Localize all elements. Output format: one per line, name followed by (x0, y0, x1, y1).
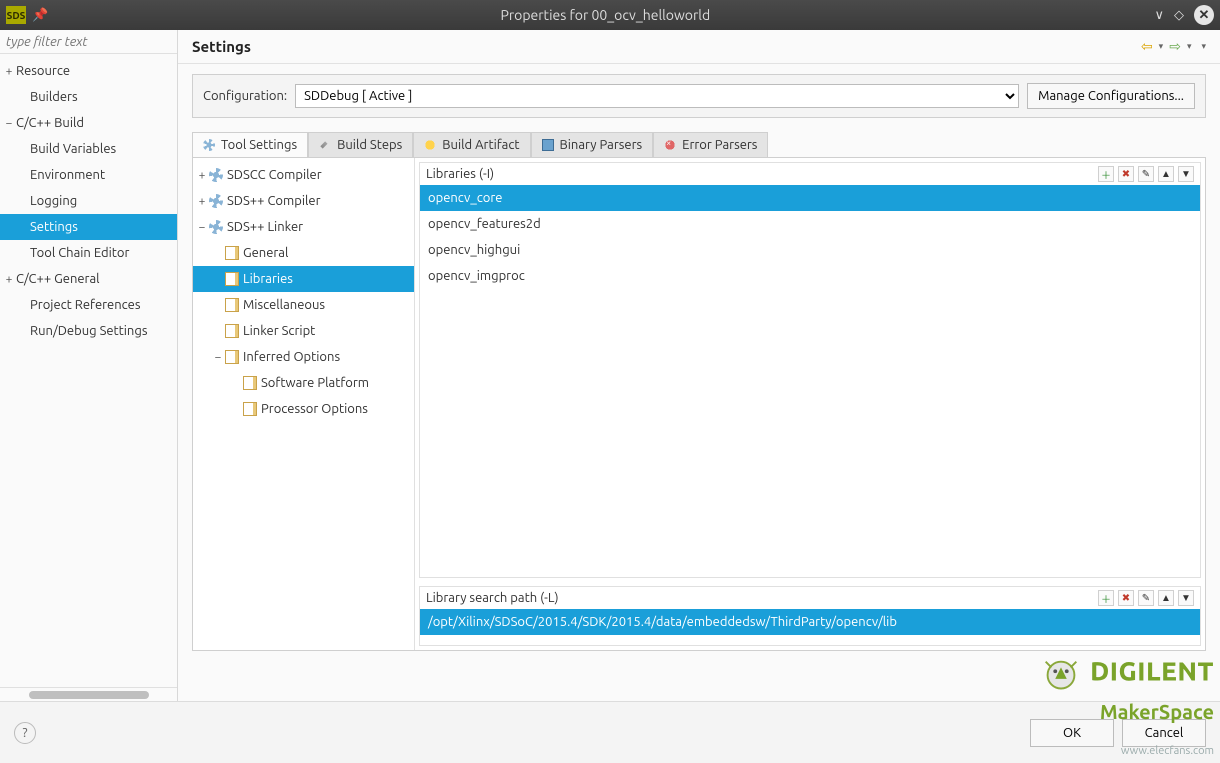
tool-tree-item[interactable]: General (193, 240, 414, 266)
ok-button[interactable]: OK (1030, 719, 1114, 747)
list-item[interactable]: opencv_imgproc (420, 263, 1200, 289)
edit-library-icon[interactable]: ✎ (1138, 166, 1154, 182)
library-search-path-title: Library search path (-L) (426, 591, 1098, 605)
page-title: Settings (192, 38, 1141, 55)
sidebar-item[interactable]: Logging (0, 188, 177, 214)
tool-tree-item[interactable]: Linker Script (193, 318, 414, 344)
tree-node-icon (243, 376, 257, 390)
edit-path-icon[interactable]: ✎ (1138, 590, 1154, 606)
list-item[interactable]: /opt/Xilinx/SDSoC/2015.4/SDK/2015.4/data… (420, 609, 1200, 635)
tool-tree-item[interactable]: Libraries (193, 266, 414, 292)
remove-library-icon[interactable]: ✖ (1118, 166, 1134, 182)
tab-icon (664, 139, 676, 151)
tab-icon (203, 139, 215, 151)
libraries-title: Libraries (-I) (426, 167, 1098, 181)
category-sidebar: ✖ ◂ +ResourceBuilders−C/C++ BuildBuild V… (0, 30, 178, 701)
filter-input[interactable] (6, 35, 177, 49)
view-menu-icon[interactable]: ▾ (1201, 41, 1206, 52)
minimize-icon[interactable]: ∨ (1154, 8, 1164, 23)
sidebar-item[interactable]: Run/Debug Settings (0, 318, 177, 344)
tool-tree-item[interactable]: −SDS++ Linker (193, 214, 414, 240)
sidebar-item[interactable]: Settings (0, 214, 177, 240)
category-tree[interactable]: +ResourceBuilders−C/C++ BuildBuild Varia… (0, 54, 177, 687)
tool-tree-item[interactable]: Software Platform (193, 370, 414, 396)
nav-back-menu-icon[interactable]: ▾ (1159, 41, 1164, 52)
close-icon[interactable]: ✕ (1194, 5, 1214, 25)
app-icon: SDS (6, 6, 26, 24)
sidebar-item[interactable]: Environment (0, 162, 177, 188)
tab-icon (424, 139, 436, 151)
list-item[interactable]: opencv_core (420, 185, 1200, 211)
maximize-icon[interactable]: ◇ (1174, 8, 1184, 23)
tree-node-icon (225, 272, 239, 286)
move-down-icon[interactable]: ▼ (1178, 166, 1194, 182)
configuration-label: Configuration: (203, 89, 287, 103)
tab[interactable]: Build Steps (308, 132, 413, 157)
list-item[interactable]: opencv_features2d (420, 211, 1200, 237)
remove-path-icon[interactable]: ✖ (1118, 590, 1134, 606)
tree-node-icon (209, 220, 223, 234)
tree-node-icon (225, 246, 239, 260)
tree-node-icon (209, 194, 223, 208)
tab[interactable]: Error Parsers (653, 132, 768, 157)
sidebar-item[interactable]: Builders (0, 84, 177, 110)
sidebar-scrollbar[interactable] (0, 687, 177, 701)
tree-node-icon (225, 350, 239, 364)
settings-tabs: Tool SettingsBuild StepsBuild ArtifactBi… (192, 132, 1206, 157)
tab[interactable]: Binary Parsers (531, 132, 654, 157)
tab-icon (542, 139, 554, 151)
tool-tree-item[interactable]: Miscellaneous (193, 292, 414, 318)
library-search-path-list[interactable]: /opt/Xilinx/SDSoC/2015.4/SDK/2015.4/data… (420, 609, 1200, 645)
tree-node-icon (225, 298, 239, 312)
sidebar-item[interactable]: −C/C++ Build (0, 110, 177, 136)
nav-forward-menu-icon[interactable]: ▾ (1187, 41, 1192, 52)
libraries-list[interactable]: opencv_coreopencv_features2dopencv_highg… (420, 185, 1200, 577)
tree-node-icon (209, 168, 223, 182)
tab[interactable]: Tool Settings (192, 132, 308, 157)
window-title: Properties for 00_ocv_helloworld (56, 7, 1154, 23)
add-path-icon[interactable]: ＋ (1098, 590, 1114, 606)
tab[interactable]: Build Artifact (413, 132, 530, 157)
dialog-footer: ? OK Cancel (0, 701, 1220, 763)
cancel-button[interactable]: Cancel (1122, 719, 1206, 747)
sidebar-item[interactable]: +Resource (0, 58, 177, 84)
list-item[interactable]: opencv_highgui (420, 237, 1200, 263)
help-icon[interactable]: ? (14, 722, 36, 744)
move-up-icon[interactable]: ▲ (1158, 166, 1174, 182)
nav-back-icon[interactable]: ⇦ (1141, 38, 1153, 55)
tool-tree-item[interactable]: Processor Options (193, 396, 414, 422)
path-move-up-icon[interactable]: ▲ (1158, 590, 1174, 606)
configuration-select[interactable]: SDDebug [ Active ] (295, 84, 1019, 108)
sidebar-item[interactable]: +C/C++ General (0, 266, 177, 292)
titlebar: SDS 📌 Properties for 00_ocv_helloworld ∨… (0, 0, 1220, 30)
nav-forward-icon[interactable]: ⇨ (1169, 38, 1181, 55)
sidebar-item[interactable]: Build Variables (0, 136, 177, 162)
tab-icon (319, 139, 331, 151)
add-library-icon[interactable]: ＋ (1098, 166, 1114, 182)
library-search-path-panel: Library search path (-L) ＋ ✖ ✎ ▲ ▼ /opt/… (419, 586, 1201, 646)
tree-node-icon (225, 324, 239, 338)
tool-settings-tree[interactable]: +SDSCC Compiler+SDS++ Compiler−SDS++ Lin… (193, 158, 415, 650)
manage-configurations-button[interactable]: Manage Configurations... (1027, 83, 1195, 109)
path-move-down-icon[interactable]: ▼ (1178, 590, 1194, 606)
pin-icon[interactable]: 📌 (32, 8, 48, 23)
sidebar-item[interactable]: Tool Chain Editor (0, 240, 177, 266)
tool-tree-item[interactable]: +SDSCC Compiler (193, 162, 414, 188)
tree-node-icon (243, 402, 257, 416)
tool-tree-item[interactable]: −Inferred Options (193, 344, 414, 370)
sidebar-item[interactable]: Project References (0, 292, 177, 318)
libraries-panel: Libraries (-I) ＋ ✖ ✎ ▲ ▼ opencv_coreopen… (419, 162, 1201, 578)
tool-tree-item[interactable]: +SDS++ Compiler (193, 188, 414, 214)
configuration-panel: Configuration: SDDebug [ Active ] Manage… (192, 74, 1206, 118)
